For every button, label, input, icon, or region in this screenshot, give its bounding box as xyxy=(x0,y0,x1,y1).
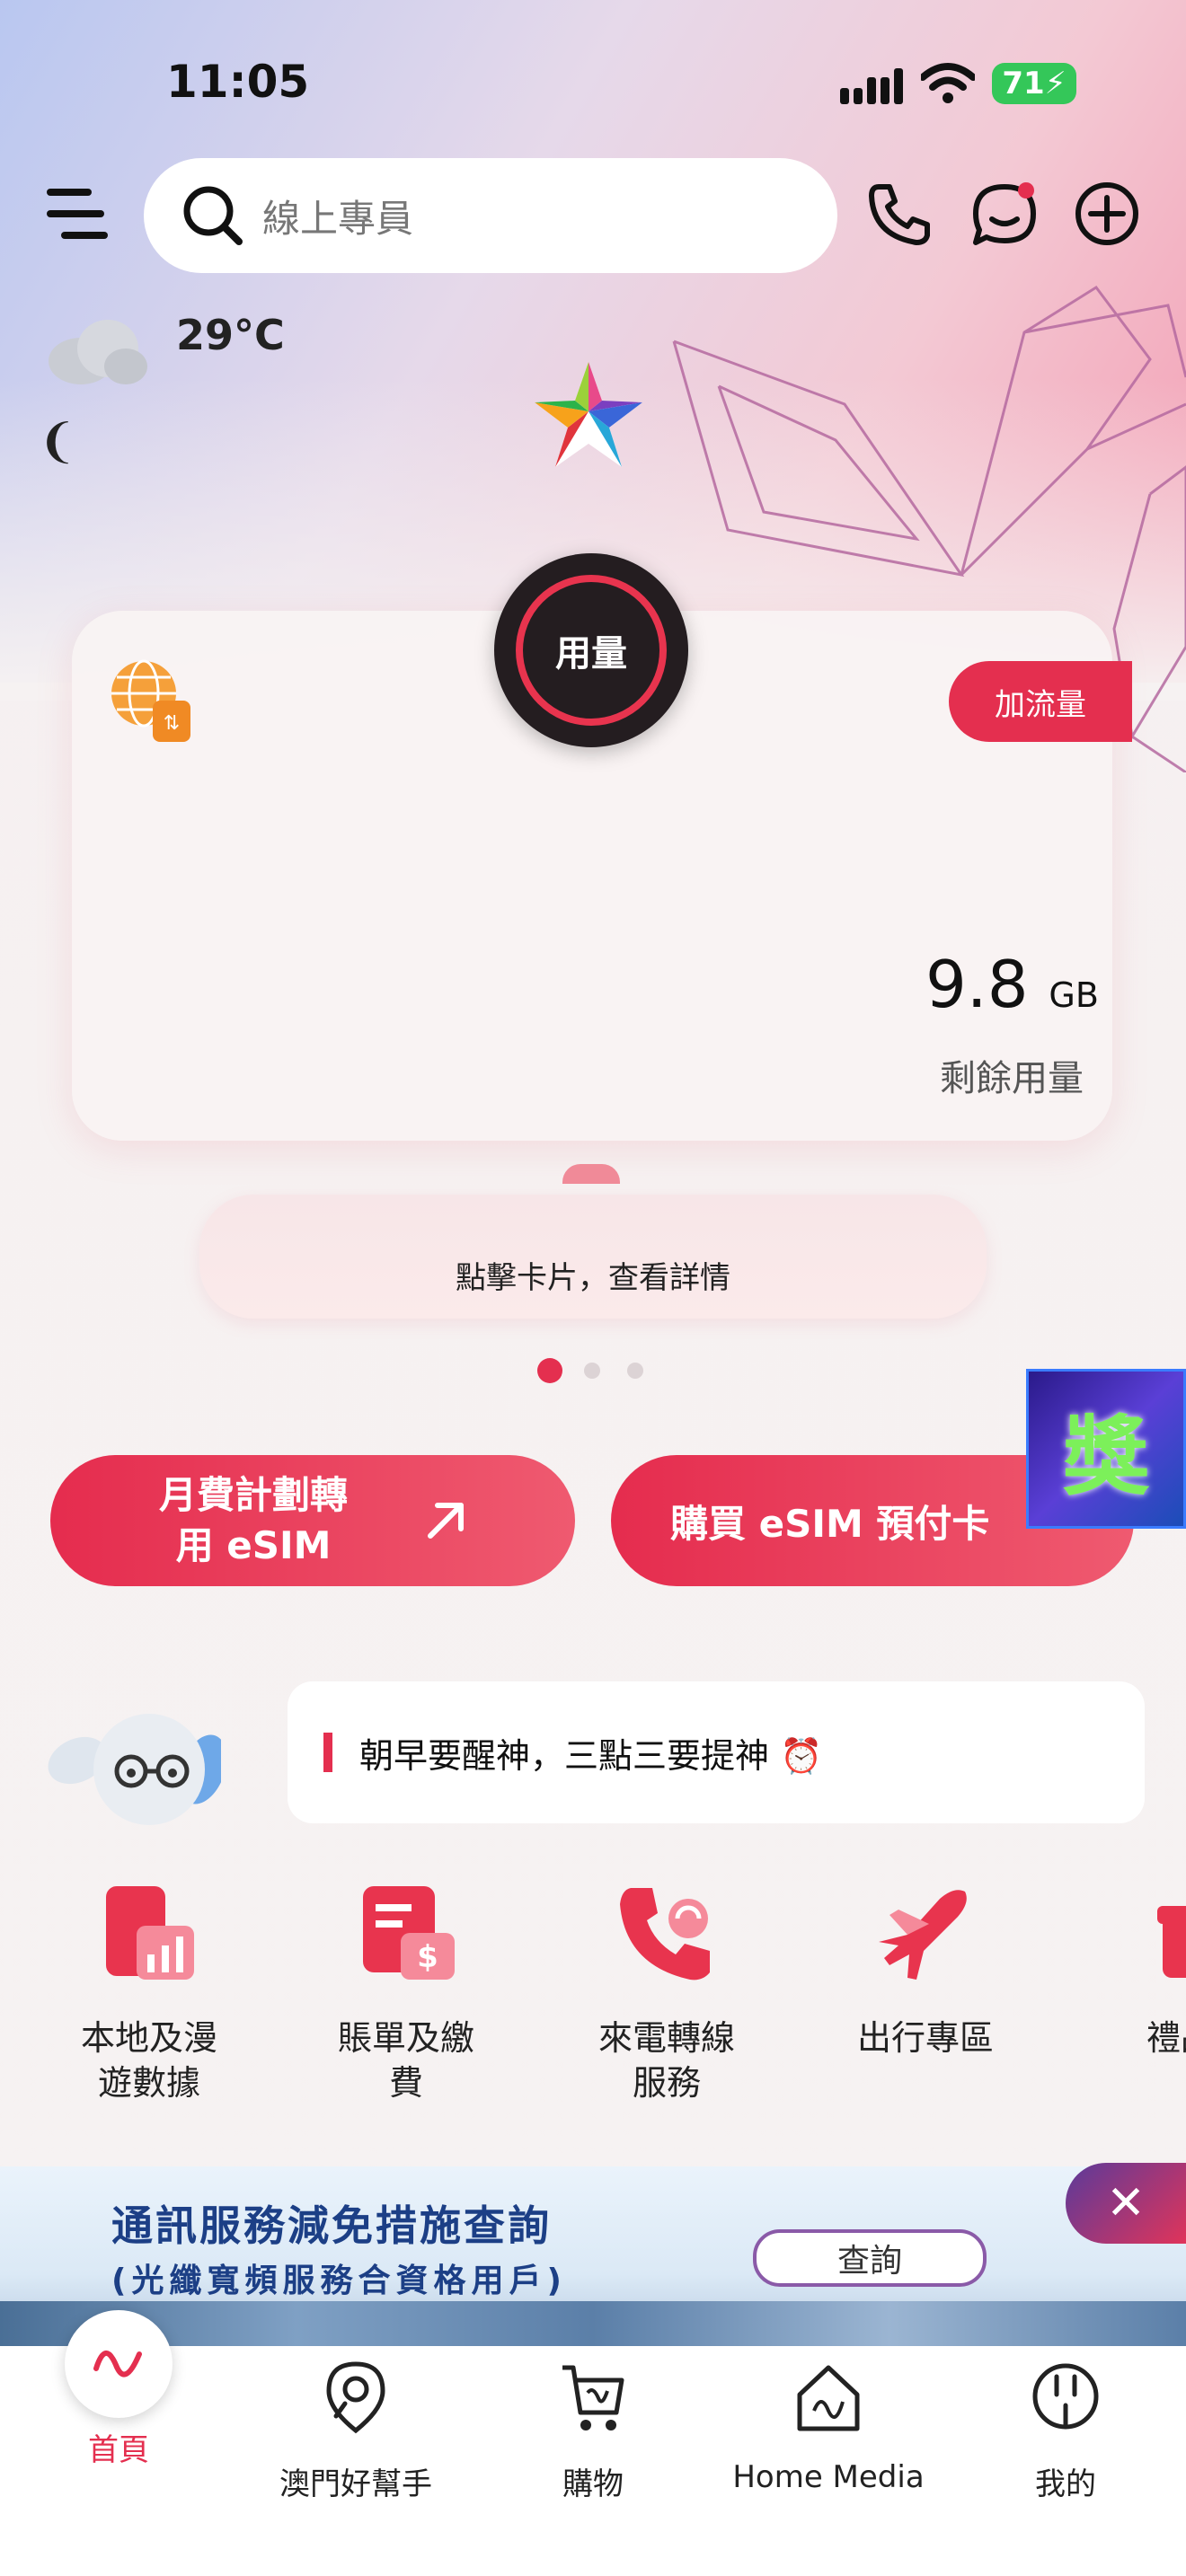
remaining-data-label: 剩餘用量 xyxy=(940,1058,1084,1099)
tab-home-label: 首頁 xyxy=(88,2432,149,2468)
home-wave-icon xyxy=(93,2351,142,2378)
battery-indicator: 71 ⚡ xyxy=(992,63,1076,104)
assistant-mascot[interactable] xyxy=(41,1698,221,1832)
message-accent-bar xyxy=(323,1733,332,1772)
add-icon[interactable] xyxy=(1073,180,1141,248)
status-time: 11:05 xyxy=(166,56,310,108)
pager-dot[interactable] xyxy=(627,1363,643,1379)
esim-transfer-button[interactable]: 月費計劃轉 用 eSIM xyxy=(50,1455,575,1586)
cloud-icon xyxy=(49,320,147,384)
buy-esim-label: 購買 eSIM 預付卡 xyxy=(670,1501,990,1546)
pager-dot-active[interactable] xyxy=(537,1358,562,1383)
profile-icon xyxy=(1032,2363,1099,2430)
tab-macau-helper[interactable]: 澳門好幫手 xyxy=(248,2359,464,2503)
assistant-message: 朝早要醒神，三點三要提神 ⏰ xyxy=(359,1735,823,1776)
tab-home[interactable]: 首頁 xyxy=(11,2425,226,2469)
remaining-data-value: 9.8 xyxy=(925,947,1029,1022)
moon-icon: ❨ xyxy=(38,415,77,469)
add-data-button[interactable]: 加流量 xyxy=(949,661,1132,742)
esim-transfer-line1: 月費計劃轉 xyxy=(158,1473,348,1517)
service-label-line2: 服務 xyxy=(632,2063,701,2103)
service-label-line1: 賬單及繳費 xyxy=(337,2018,474,2103)
gift-icon xyxy=(1157,1906,1186,1978)
shopping-cart-icon xyxy=(562,2365,624,2430)
tab-shopping[interactable]: 購物 xyxy=(485,2359,701,2503)
banner-query-button[interactable]: 查詢 xyxy=(753,2229,987,2287)
battery-level: 71 xyxy=(1002,66,1045,101)
data-usage-icon xyxy=(106,1886,194,1980)
tab-mine-label: 我的 xyxy=(1035,2466,1096,2502)
svg-text:⇅: ⇅ xyxy=(164,712,180,735)
usage-badge-label: 用量 xyxy=(516,575,667,726)
service-label-line1: 出行專區 xyxy=(856,2018,994,2058)
tab-home-media-label: Home Media xyxy=(732,2459,925,2495)
service-gifts[interactable]: 禮品 xyxy=(1100,1879,1186,2060)
service-bill-payment[interactable]: $ 賬單及繳費 xyxy=(325,1879,487,2105)
promo-banner[interactable]: 通訊服務減免措施查詢 (光纖寬頻服務合資格用戶) 查詢 xyxy=(0,2166,1186,2346)
pager-dot[interactable] xyxy=(584,1363,600,1379)
banner-cityscape xyxy=(0,2301,1186,2346)
usage-badge[interactable]: 用量 xyxy=(494,553,688,747)
service-local-roaming-data[interactable]: 本地及漫 遊數據 xyxy=(68,1879,230,2105)
home-tab-badge[interactable] xyxy=(65,2310,173,2418)
cellular-signal-icon xyxy=(840,68,903,104)
search-bar[interactable]: 線上專員 xyxy=(144,158,837,273)
reward-floating-button[interactable]: 獎 xyxy=(1026,1369,1186,1529)
chat-icon[interactable] xyxy=(970,180,1039,248)
menu-icon[interactable] xyxy=(47,187,110,241)
search-placeholder: 線上專員 xyxy=(262,196,414,241)
reward-label: 獎 xyxy=(1063,1406,1149,1507)
remaining-data: 9.8 GB xyxy=(925,947,1099,1022)
banner-subtitle: (光纖寬頻服務合資格用戶) xyxy=(111,2263,567,2299)
card-tab-marker xyxy=(562,1164,620,1184)
service-label-line2: 遊數據 xyxy=(97,2063,200,2103)
service-label-line1: 來電轉線 xyxy=(597,2018,735,2058)
tab-shopping-label: 購物 xyxy=(562,2466,624,2502)
banner-close-button[interactable]: ✕ xyxy=(1066,2163,1186,2244)
tab-macau-helper-label: 澳門好幫手 xyxy=(279,2466,432,2502)
arrow-up-right-icon xyxy=(428,1503,464,1539)
close-icon: ✕ xyxy=(1106,2176,1146,2230)
banner-title: 通訊服務減免措施查詢 xyxy=(111,2201,552,2250)
service-travel-zone[interactable]: 出行專區 xyxy=(845,1879,1006,2060)
home-media-icon xyxy=(797,2365,860,2431)
airplane-icon xyxy=(879,1890,967,1980)
brand-star-logo xyxy=(535,362,642,467)
search-icon xyxy=(183,186,243,245)
location-pin-icon xyxy=(326,2361,385,2434)
tab-home-media[interactable]: Home Media xyxy=(721,2359,936,2495)
esim-transfer-line2: 用 eSIM xyxy=(175,1523,332,1567)
wifi-icon xyxy=(921,63,975,103)
card-detail-hint[interactable]: 點擊卡片，查看詳情 xyxy=(199,1195,987,1319)
data-globe-icon: ⇅ xyxy=(111,659,190,742)
bill-icon: $ xyxy=(363,1886,455,1980)
call-forward-icon xyxy=(620,1888,710,1981)
phone-icon[interactable] xyxy=(866,180,934,248)
service-label-line1: 禮品 xyxy=(1146,2018,1186,2058)
remaining-data-unit: GB xyxy=(1049,975,1099,1015)
temperature: 29°C xyxy=(176,311,285,359)
charging-icon: ⚡ xyxy=(1044,66,1067,101)
svg-text:$: $ xyxy=(417,1939,438,1975)
tab-mine[interactable]: 我的 xyxy=(958,2359,1173,2503)
assistant-message-bubble[interactable]: 朝早要醒神，三點三要提神 ⏰ xyxy=(288,1681,1145,1823)
service-label-line1: 本地及漫 xyxy=(80,2018,217,2058)
service-call-forwarding[interactable]: 來電轉線 服務 xyxy=(586,1879,748,2105)
